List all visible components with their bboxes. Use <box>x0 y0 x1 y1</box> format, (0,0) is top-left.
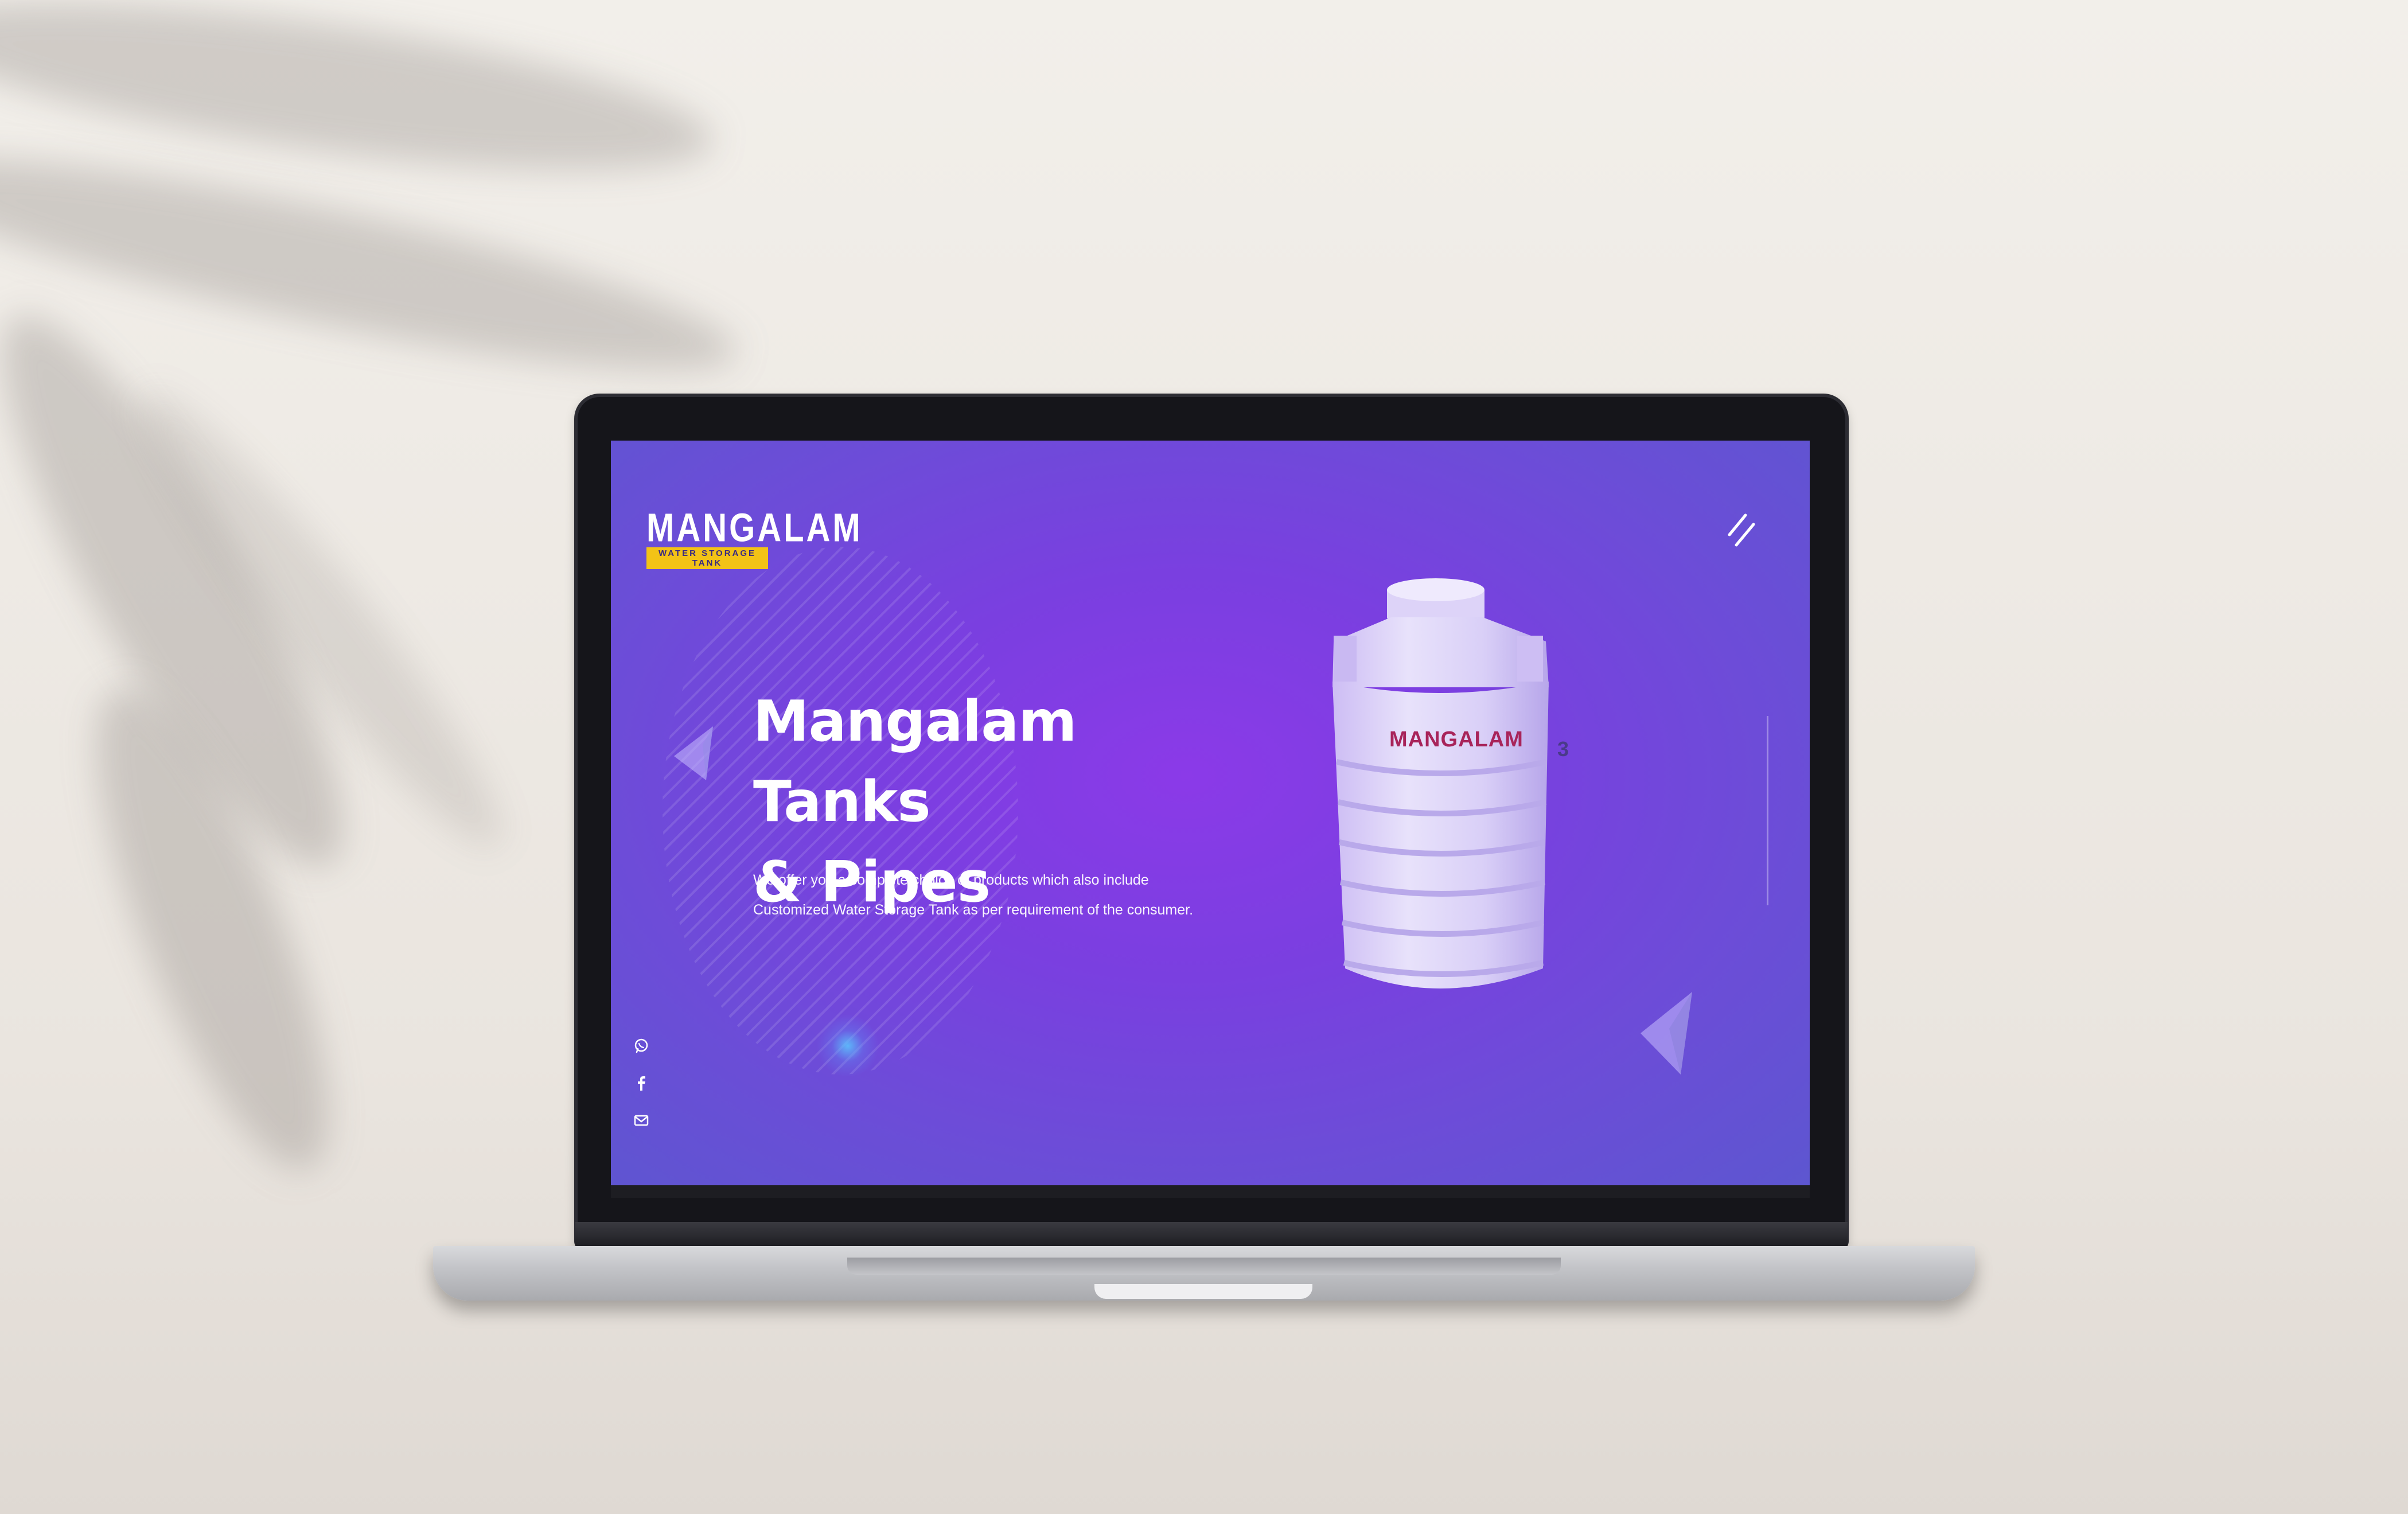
water-tank-image: 3 <box>1332 578 1569 988</box>
facebook-icon[interactable] <box>633 1075 650 1092</box>
hero-title-line1: Mangalam Tanks <box>753 689 1077 835</box>
tank-side-mark: 3 <box>1557 737 1569 761</box>
brand-logo[interactable]: MANGALAM WATER STORAGE TANK <box>646 508 863 569</box>
hero-description: We offer you a complete choice of produc… <box>753 865 1258 925</box>
whatsapp-icon[interactable] <box>633 1037 650 1054</box>
tank-brand-label: MANGALAM <box>1389 727 1523 752</box>
laptop-screen: MANGALAM WATER STORAGE TANK Mangalam Tan… <box>611 441 1810 1185</box>
screen-bezel-bottom <box>611 1185 1810 1198</box>
hamburger-slash-icon[interactable] <box>1724 511 1758 551</box>
brand-name: MANGALAM <box>646 505 863 551</box>
mail-icon[interactable] <box>633 1112 650 1129</box>
brand-tagline: WATER STORAGE TANK <box>646 547 768 569</box>
laptop-hinge <box>575 1222 1848 1246</box>
triangle-decoration-right <box>1641 992 1692 1075</box>
laptop-opening-notch <box>1094 1284 1312 1299</box>
hero-description-line1: We offer you a complete choice of produc… <box>753 872 1149 888</box>
triangle-decoration-left <box>674 726 713 780</box>
hero-description-line2: Customized Water Storage Tank as per req… <box>753 902 1194 918</box>
laptop-base-groove <box>847 1258 1561 1275</box>
scroll-indicator <box>1767 716 1768 905</box>
glow-decoration <box>816 1014 879 1077</box>
